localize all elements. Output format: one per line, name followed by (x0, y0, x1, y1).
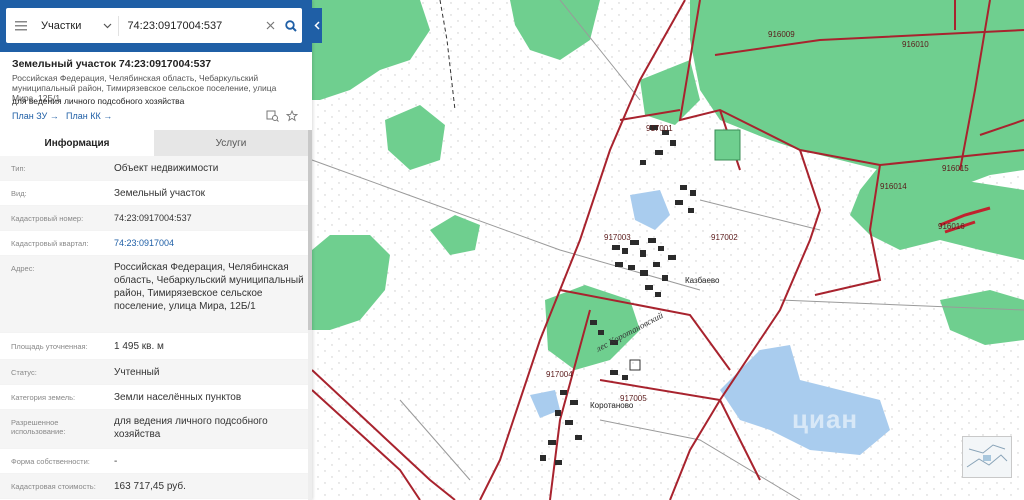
measure-search-icon[interactable] (266, 110, 279, 124)
info-value: 1 495 кв. м (114, 341, 164, 352)
village-name: Казбаево (685, 276, 720, 285)
info-label: Адрес: (11, 264, 35, 273)
arrow-right-icon: → (47, 111, 59, 121)
quarter-label: 916015 (942, 164, 969, 173)
chevron-down-icon (103, 20, 112, 32)
info-row: Кадастровый квартал: 74:23:0917004 (0, 231, 308, 256)
info-label: Статус: (11, 368, 37, 377)
links-row: План ЗУ → План КК → (12, 109, 302, 125)
arrow-right-icon: → (100, 111, 113, 121)
watermark: циан (792, 404, 859, 434)
info-label: Кадастровый номер: (11, 214, 84, 223)
object-type-label: Участки (41, 19, 82, 32)
info-label: Кадастровый квартал: (11, 239, 89, 248)
info-row: Тип: Объект недвижимости (0, 156, 308, 181)
quarter-label: 916016 (938, 222, 965, 231)
tabs: Информация Услуги (0, 130, 308, 156)
quarter-label: 916014 (880, 182, 907, 191)
clear-icon[interactable] (259, 8, 280, 43)
info-row: Категория земель: Земли населённых пункт… (0, 385, 308, 410)
plan-zu-link[interactable]: План ЗУ → (12, 111, 59, 121)
quarter-label: 916009 (768, 30, 795, 39)
info-label: Форма собственности: (11, 457, 90, 466)
info-label: Разрешенное использование: (11, 418, 66, 436)
scrollbar-thumb[interactable] (308, 130, 312, 330)
info-value: Земли населённых пунктов (114, 392, 242, 403)
object-type-select[interactable]: Участки (35, 15, 120, 36)
panel-scrollbar[interactable] (308, 130, 312, 500)
quarter-label: 917004 (546, 370, 573, 379)
tab-services[interactable]: Услуги (154, 130, 308, 156)
info-value: Российская Федерация, Челябинская област… (114, 262, 304, 312)
tab-info[interactable]: Информация (0, 130, 154, 156)
search-bar: Участки (0, 0, 312, 52)
info-label: Кадастровая стоимость: (11, 482, 96, 491)
chevron-left-icon (314, 17, 320, 35)
info-row: Статус: Учтенный (0, 360, 308, 385)
info-row: Площадь уточненная: 1 495 кв. м (0, 333, 308, 360)
village-name: Коротаново (590, 401, 634, 410)
info-label: Площадь уточненная: (11, 342, 88, 351)
info-value: для ведения личного подсобного хозяйства (114, 416, 268, 440)
info-row: Кадастровая стоимость: 163 717,45 руб. (0, 474, 308, 499)
collapse-panel-button[interactable] (312, 8, 322, 43)
quarter-label: 917001 (646, 124, 673, 133)
search-input[interactable] (119, 18, 260, 33)
info-label: Вид: (11, 189, 27, 198)
star-icon[interactable] (285, 109, 299, 124)
info-table: Тип: Объект недвижимости Вид: Земельный … (0, 156, 308, 499)
info-value: 74:23:0917004:537 (114, 213, 192, 223)
info-value: Учтенный (114, 367, 160, 378)
info-label: Категория земель: (11, 393, 76, 402)
info-value: Объект недвижимости (114, 163, 219, 174)
basemap-switch-button[interactable] (962, 436, 1012, 478)
parcel-title: Земельный участок 74:23:0917004:537 (12, 58, 212, 70)
info-label: Тип: (11, 164, 26, 173)
quarter-label: 916010 (902, 40, 929, 49)
info-row: Вид: Земельный участок (0, 181, 308, 206)
parcel-use: для ведения личного подсобного хозяйства (12, 96, 185, 106)
info-row: Форма собственности: - (0, 449, 308, 474)
menu-icon[interactable] (6, 8, 35, 43)
cadastral-quarter-link[interactable]: 74:23:0917004 (114, 237, 304, 250)
quarter-label: 917002 (711, 233, 738, 242)
info-row: Кадастровый номер: 74:23:0917004:537 (0, 206, 308, 231)
info-row: Разрешенное использование: для ведения л… (0, 410, 308, 449)
info-panel: Участки Земельный участок 74:23:0917004:… (0, 0, 312, 500)
plan-kk-link[interactable]: План КК → (66, 111, 112, 121)
quarter-label: 917003 (604, 233, 631, 242)
search-icon[interactable] (281, 8, 302, 43)
info-row: Адрес: Российская Федерация, Челябинская… (0, 256, 308, 333)
info-value: - (114, 456, 118, 467)
search-box: Участки (6, 8, 302, 43)
info-value: 163 717,45 руб. (114, 481, 186, 492)
info-value: Земельный участок (114, 188, 206, 199)
